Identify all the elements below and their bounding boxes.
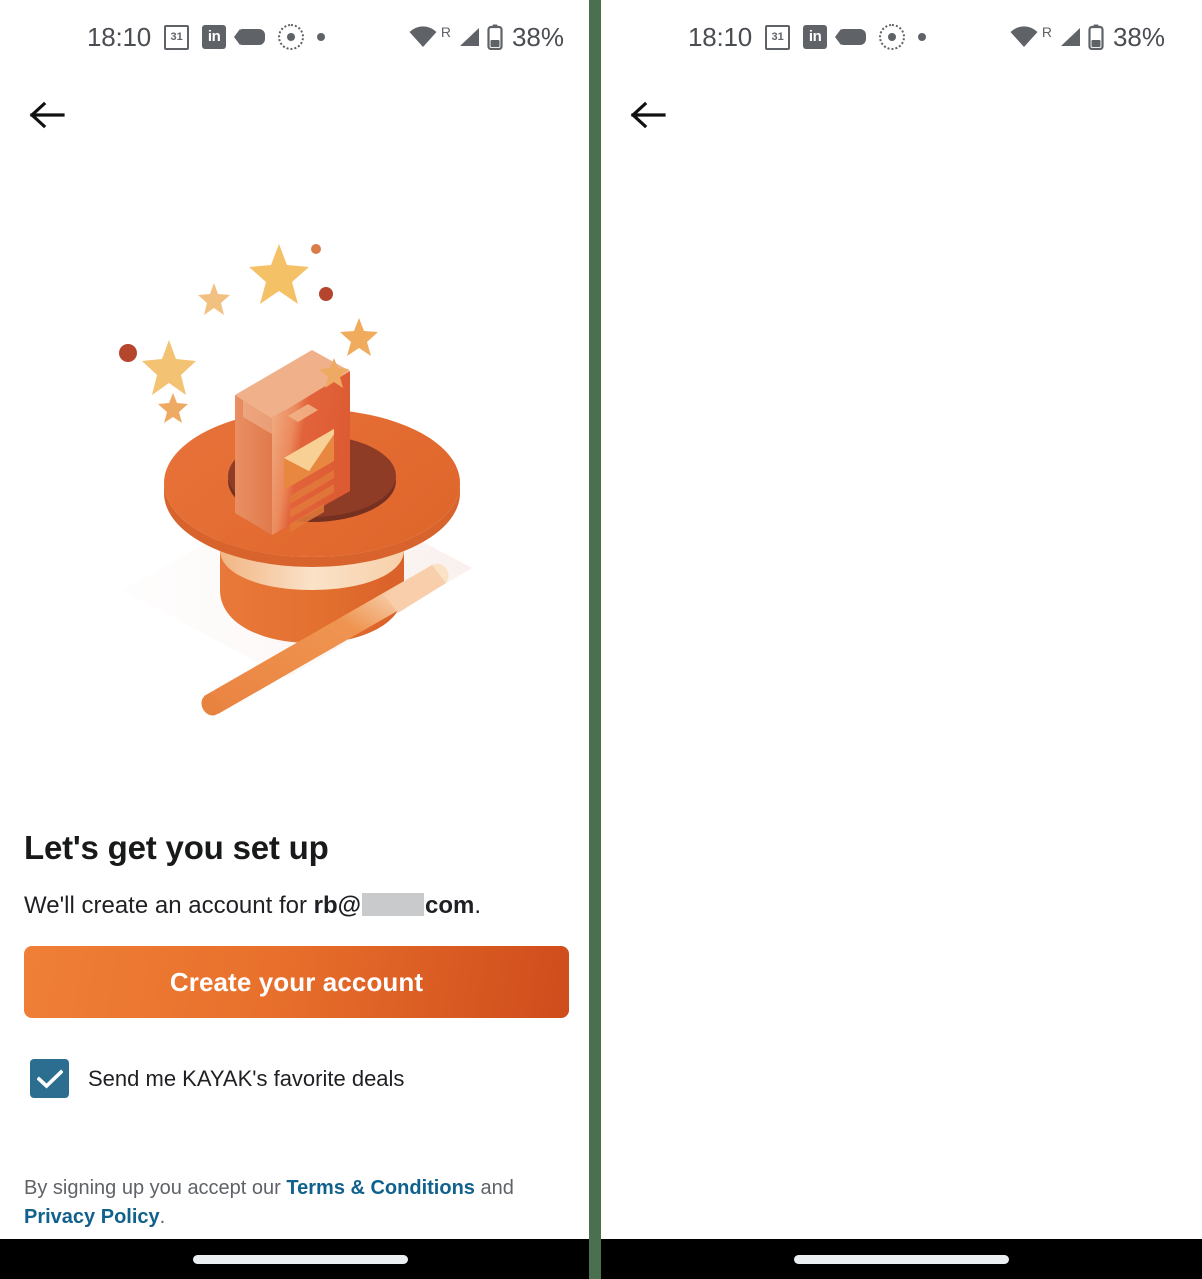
gesture-pill[interactable] [193, 1254, 408, 1264]
legal-suffix: . [159, 1206, 166, 1228]
screenshot-separator [589, 0, 601, 1279]
battery-percent-label-2: 38% [1112, 21, 1165, 52]
screen-check-inbox: 18:10 31 in R 38% [601, 0, 1202, 1279]
back-arrow-icon-2 [630, 100, 666, 135]
roaming-indicator: R [440, 23, 451, 40]
gesture-pill-2[interactable] [794, 1254, 1009, 1264]
page-title-left: Let's get you set up [24, 829, 329, 866]
wifi-icon-2 [1009, 26, 1039, 48]
subtitle-suffix: . [474, 891, 482, 919]
status-bar-right: 18:10 31 in R 38% [601, 0, 1202, 74]
calendar-icon: 31 [164, 24, 190, 50]
dot-icon-2 [918, 33, 927, 41]
tag-icon-2 [835, 29, 867, 45]
magic-hat-illustration-left [112, 238, 512, 738]
record-icon-2 [879, 24, 906, 50]
battery-icon-2 [1088, 24, 1104, 50]
subtitle-prefix: We'll create an account for [24, 891, 314, 919]
back-arrow-icon [29, 100, 65, 135]
status-bar-left-group-2: 18:10 31 in [688, 21, 927, 53]
clock-time: 18:10 [87, 21, 152, 52]
roaming-indicator-2: R [1041, 23, 1052, 40]
battery-icon [487, 24, 503, 50]
status-bar-right-group: R 38% [408, 22, 564, 53]
marketing-optin-label: Send me KAYAK's favorite deals [88, 1065, 405, 1091]
check-icon [36, 1068, 63, 1089]
record-icon [278, 24, 305, 50]
screen-signup: 18:10 31 in R 38% Let's get you set up W… [0, 0, 601, 1279]
email-user: rb@ [313, 891, 362, 919]
status-bar-left: 18:10 31 in R 38% [0, 0, 601, 74]
legal-text: By signing up you accept our Terms & Con… [24, 1174, 534, 1232]
dual-screenshot-container: 18:10 31 in R 38% Let's get you set up W… [0, 0, 1202, 1279]
back-button-left[interactable] [24, 94, 70, 140]
legal-prefix: By signing up you accept our [24, 1177, 287, 1199]
signup-copy-block: Let's get you set up We'll create an acc… [24, 828, 569, 922]
tag-icon [234, 29, 266, 45]
calendar-icon-2: 31 [765, 24, 791, 50]
linkedin-icon-2: in [803, 25, 828, 49]
signal-icon-2 [1058, 26, 1082, 48]
status-bar-left-group: 18:10 31 in [87, 21, 326, 53]
email-redaction-block [362, 892, 425, 916]
system-nav-bar-left [0, 1239, 601, 1279]
status-bar-right-group-2: R 38% [1009, 22, 1165, 53]
privacy-policy-link[interactable]: Privacy Policy [24, 1206, 160, 1228]
legal-conjunction: and [474, 1177, 514, 1199]
battery-percent-label: 38% [511, 21, 564, 52]
marketing-optin-checkbox[interactable] [30, 1059, 69, 1098]
dot-icon [317, 33, 326, 41]
system-nav-bar-right [601, 1239, 1202, 1279]
terms-and-conditions-link[interactable]: Terms & Conditions [286, 1177, 475, 1199]
linkedin-icon: in [202, 25, 227, 49]
create-account-button[interactable]: Create your account [24, 946, 569, 1018]
clock-time-2: 18:10 [688, 21, 753, 52]
back-button-right[interactable] [625, 94, 671, 140]
wifi-icon [408, 26, 438, 48]
signal-icon [457, 26, 481, 48]
marketing-optin-row[interactable]: Send me KAYAK's favorite deals [30, 1059, 404, 1098]
email-domain: com [425, 891, 475, 919]
signup-subtitle: We'll create an account for rb@ com. [24, 890, 569, 922]
